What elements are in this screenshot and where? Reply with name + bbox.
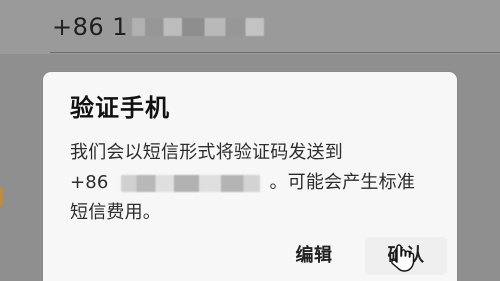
edit-button[interactable]: 编辑	[281, 237, 347, 275]
phone-number-prefix: +86 1	[52, 13, 129, 41]
dialog-message-line-3: 短信费用。	[70, 202, 161, 223]
dialog-message-line-2-suffix: 。可能会产生标准	[269, 172, 416, 193]
dialog-message-line-2: +86 。可能会产生标准	[70, 168, 430, 198]
phone-number-display: +86 1	[52, 13, 265, 41]
dialog-title: 验证手机	[70, 94, 170, 122]
phone-number-row: +86 1	[0, 0, 500, 54]
phone-divider	[50, 52, 500, 53]
left-accent-edge	[0, 188, 3, 206]
dialog-actions: 编辑 确认	[43, 232, 457, 281]
redacted-phone-blur-icon	[132, 18, 265, 36]
verify-phone-dialog: 验证手机 我们会以短信形式将验证码发送到 +86 。可能会产生标准 短信费用。 …	[43, 72, 457, 281]
confirm-button[interactable]: 确认	[365, 237, 447, 275]
dialog-message: 我们会以短信形式将验证码发送到 +86 。可能会产生标准 短信费用。	[70, 138, 430, 228]
dialog-message-country-code: +86	[70, 172, 109, 193]
blur-redaction-icon	[120, 174, 260, 192]
dialog-message-line-1: 我们会以短信形式将验证码发送到	[70, 142, 343, 163]
